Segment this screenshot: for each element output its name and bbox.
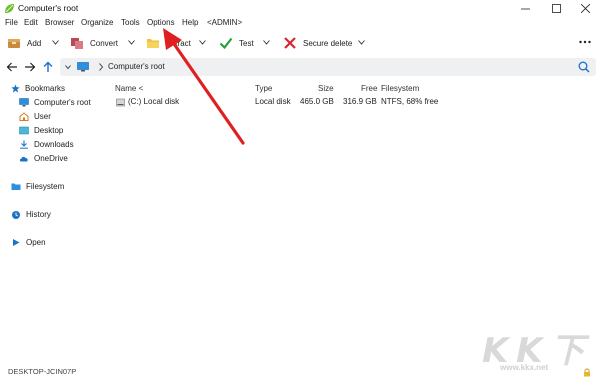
sidebar-item-downloads[interactable]: Downloads bbox=[19, 139, 74, 150]
menu-help[interactable]: Help bbox=[182, 18, 198, 27]
watermark-url: www.kkx.net bbox=[500, 363, 549, 372]
secure-delete-dropdown-caret-icon[interactable] bbox=[358, 40, 365, 45]
folder-icon bbox=[11, 183, 21, 190]
add-button[interactable]: Add bbox=[7, 34, 41, 52]
column-headers: Name < Type Size Free Filesystem bbox=[0, 84, 600, 94]
sidebar-item-open[interactable]: Open bbox=[11, 237, 46, 248]
download-arrow-icon bbox=[20, 140, 28, 149]
column-header-filesystem[interactable]: Filesystem bbox=[381, 84, 419, 93]
computer-name: DESKTOP-JCIN07P bbox=[8, 367, 77, 376]
column-header-name[interactable]: Name < bbox=[115, 84, 143, 93]
sidebar-history-label: History bbox=[26, 210, 51, 219]
extract-button[interactable]: Extract bbox=[146, 34, 191, 52]
peazip-app-icon bbox=[5, 4, 14, 13]
breadcrumb-chevron-icon bbox=[99, 63, 104, 71]
convert-button[interactable]: Convert bbox=[70, 34, 118, 52]
close-button[interactable] bbox=[570, 0, 600, 17]
checkmark-icon bbox=[219, 37, 233, 50]
desktop-icon bbox=[19, 126, 29, 135]
row-name: (C:) Local disk bbox=[128, 97, 180, 106]
test-label: Test bbox=[239, 38, 254, 48]
column-header-type[interactable]: Type bbox=[255, 84, 272, 93]
menu-file[interactable]: File bbox=[5, 18, 18, 27]
minimize-icon bbox=[520, 8, 530, 10]
menu-organize[interactable]: Organize bbox=[81, 18, 113, 27]
sidebar-filesystem-label: Filesystem bbox=[26, 182, 65, 191]
computer-icon bbox=[77, 62, 89, 72]
sidebar: Bookmarks Computer's root User Desktop D… bbox=[0, 80, 106, 360]
table-row[interactable]: (C:) Local disk Local disk 465.0 GB 316.… bbox=[0, 97, 600, 108]
sidebar-item-filesystem[interactable]: Filesystem bbox=[11, 181, 64, 192]
local-disk-icon bbox=[116, 98, 125, 107]
column-header-free[interactable]: Free bbox=[361, 84, 377, 93]
sidebar-downloads-label: Downloads bbox=[34, 140, 74, 149]
convert-dropdown-caret-icon[interactable] bbox=[128, 40, 135, 45]
address-bar: Computer's root bbox=[0, 58, 600, 76]
menu-admin[interactable]: <ADMIN> bbox=[207, 18, 242, 27]
kkx-watermark-logo: K K 下 www.kkx.net bbox=[480, 323, 592, 375]
sidebar-item-desktop[interactable]: Desktop bbox=[19, 125, 63, 136]
add-label: Add bbox=[27, 38, 42, 48]
add-dropdown-caret-icon[interactable] bbox=[52, 40, 59, 45]
sidebar-item-user[interactable]: User bbox=[19, 111, 51, 122]
sidebar-open-label: Open bbox=[26, 238, 46, 247]
convert-label: Convert bbox=[90, 38, 119, 48]
row-free: 316.9 GB bbox=[343, 97, 377, 106]
sidebar-user-label: User bbox=[34, 112, 51, 121]
sidebar-item-onedrive[interactable]: OneDrive bbox=[19, 153, 68, 164]
column-header-size[interactable]: Size bbox=[318, 84, 334, 93]
minimize-button[interactable] bbox=[510, 0, 540, 17]
close-icon bbox=[580, 4, 590, 13]
search-icon[interactable] bbox=[578, 61, 590, 73]
menu-browser[interactable]: Browser bbox=[45, 18, 74, 27]
cloud-icon bbox=[19, 156, 28, 162]
delete-x-icon bbox=[284, 37, 296, 49]
history-clock-icon bbox=[12, 210, 20, 219]
back-arrow-icon[interactable] bbox=[5, 60, 19, 74]
row-size: 465.0 GB bbox=[300, 97, 334, 106]
add-archive-icon bbox=[8, 39, 20, 48]
convert-icon bbox=[71, 38, 83, 49]
home-icon bbox=[19, 112, 29, 121]
up-arrow-icon[interactable] bbox=[41, 60, 55, 74]
row-type: Local disk bbox=[255, 97, 291, 106]
row-filesystem: NTFS, 68% free bbox=[381, 97, 439, 106]
address-path: Computer's root bbox=[108, 62, 165, 71]
menu-options[interactable]: Options bbox=[147, 18, 175, 27]
menu-tools[interactable]: Tools bbox=[121, 18, 140, 27]
sidebar-desktop-label: Desktop bbox=[34, 126, 64, 135]
secure-delete-button[interactable]: Secure delete bbox=[283, 34, 352, 52]
test-dropdown-caret-icon[interactable] bbox=[263, 40, 270, 45]
toolbar: Add Convert Extract Test Secure delete bbox=[0, 31, 600, 55]
maximize-icon bbox=[551, 4, 561, 13]
menu-bar: File Edit Browser Organize Tools Options… bbox=[0, 17, 600, 30]
extract-folder-icon bbox=[147, 39, 159, 48]
extract-label: Extract bbox=[166, 38, 191, 48]
window-title: Computer's root bbox=[18, 3, 79, 13]
address-field[interactable]: Computer's root bbox=[60, 58, 596, 76]
menu-edit[interactable]: Edit bbox=[24, 18, 38, 27]
address-history-chevron-icon[interactable] bbox=[65, 65, 71, 69]
extract-dropdown-caret-icon[interactable] bbox=[199, 40, 206, 45]
test-button[interactable]: Test bbox=[219, 34, 254, 52]
sidebar-onedrive-label: OneDrive bbox=[34, 154, 68, 163]
forward-arrow-icon[interactable] bbox=[23, 60, 37, 74]
maximize-button[interactable] bbox=[541, 0, 571, 17]
title-bar: Computer's root bbox=[0, 0, 600, 17]
secure-delete-label: Secure delete bbox=[303, 38, 353, 48]
play-triangle-icon bbox=[13, 239, 20, 246]
sidebar-item-history[interactable]: History bbox=[11, 209, 51, 220]
more-options-icon[interactable] bbox=[578, 37, 592, 47]
